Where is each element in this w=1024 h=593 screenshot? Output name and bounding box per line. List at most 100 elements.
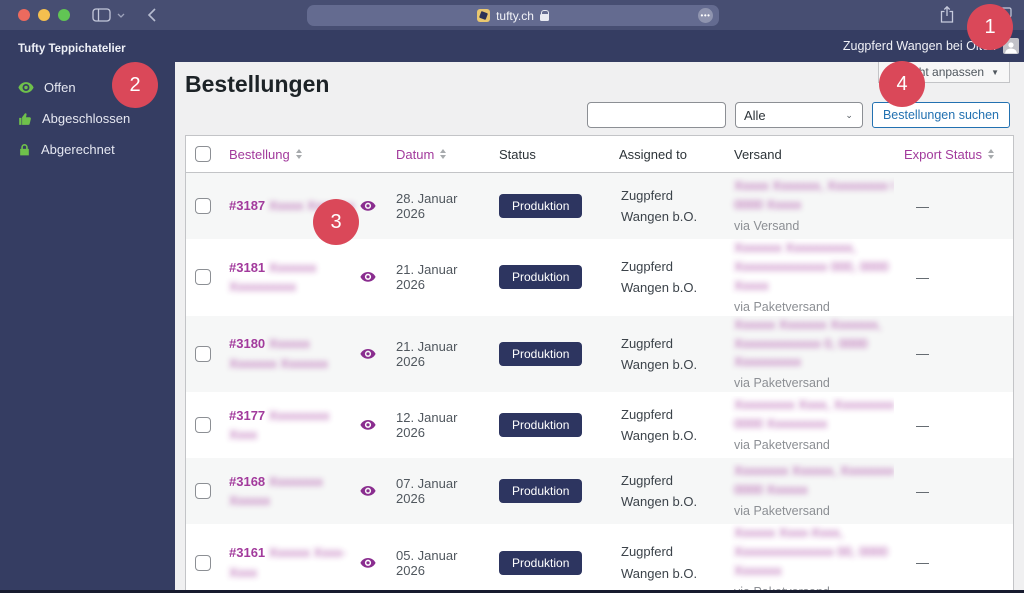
order-date: 07. Januar 2026 (396, 476, 458, 507)
preview-eye-icon[interactable] (360, 348, 376, 359)
address-bar[interactable]: tufty.ch ••• (307, 5, 719, 26)
order-link[interactable]: #3181 Xxxxxxx Xxxxxxxxxx (229, 258, 356, 297)
table-row: #3181 Xxxxxxx Xxxxxxxxxx 21. Januar 2026… (186, 239, 1013, 316)
annotation-marker-1: 1 (967, 4, 1013, 50)
shipping-address-redacted: Xxxxxx Xxxx-Xxxx, Xxxxxxxxxxxxxxx 00, 000… (734, 525, 888, 578)
column-header-status: Status (499, 146, 536, 162)
select-all-checkbox[interactable] (194, 146, 211, 162)
order-date: 21. Januar 2026 (396, 338, 458, 369)
chevron-down-icon[interactable] (117, 13, 125, 18)
assigned-to: Zugpferd Wangen b.O. (621, 406, 698, 444)
sidebar-item-abgeschlossen[interactable]: Abgeschlossen (0, 106, 175, 131)
assigned-to: Zugpferd Wangen b.O. (621, 544, 698, 581)
column-header-export-status[interactable]: Export Status (894, 147, 1015, 162)
lock-icon (20, 143, 29, 155)
table-row: #3180 Xxxxxx Xxxxxxx Xxxxxxx 21. Januar … (186, 315, 1013, 393)
table-row: #3168 Xxxxxxxx Xxxxxx 07. Januar 2026 Pr… (186, 458, 1013, 525)
sort-icon (440, 149, 447, 159)
assigned-to: Zugpferd Wangen b.O. (621, 472, 698, 510)
annotation-marker-2: 2 (112, 62, 158, 108)
minimize-window-button[interactable] (38, 9, 50, 21)
status-filter-select[interactable]: Alle ⌄ (734, 102, 863, 128)
row-checkbox[interactable] (194, 417, 211, 434)
table-row: #3177 Xxxxxxxxx Xxxx 12. Januar 2026 Pro… (186, 392, 1013, 459)
column-header-versand: Versand (734, 146, 782, 162)
page-settings-icon[interactable]: ••• (698, 8, 713, 23)
order-link[interactable]: #3168 Xxxxxxxx Xxxxxx (229, 472, 356, 511)
status-badge: Produktion (499, 413, 583, 438)
shipping-address-redacted: Xxxxxx Xxxxxxx Xxxxxxx, Xxxxxxxxxxxxx 0, … (734, 316, 882, 370)
export-status: — (916, 483, 929, 499)
main-content: Ansicht anpassen ▼ Bestellungen Alle ⌄ B… (175, 62, 1024, 593)
preview-eye-icon[interactable] (360, 201, 376, 211)
annotation-marker-4: 4 (879, 61, 925, 107)
export-status: — (916, 346, 929, 362)
admin-bar: Zugpferd Wangen bei Olten (175, 30, 1024, 62)
search-orders-button[interactable]: Bestellungen suchen (871, 102, 1010, 128)
shipping-method: via Paketversand (734, 299, 830, 314)
order-link[interactable]: #3177 Xxxxxxxxx Xxxx (229, 406, 356, 445)
status-badge: Produktion (499, 194, 583, 218)
order-link[interactable]: #3180 Xxxxxx Xxxxxxx Xxxxxxx (229, 334, 356, 373)
order-date: 05. Januar 2026 (396, 547, 458, 578)
table-row: #3161 Xxxxxx Xxxx-Xxxx 05. Januar 2026 P… (186, 524, 1013, 593)
site-title: Tufty Teppichatelier (18, 43, 126, 55)
assigned-to: Zugpferd Wangen b.O. (621, 335, 698, 372)
sidebar-item-label: Offen (44, 80, 76, 95)
page-title: Bestellungen (185, 71, 330, 97)
caret-down-icon: ▼ (991, 67, 999, 77)
table-body: #3187 Xxxxx Xxxxxxx 28. Januar 2026 Prod… (186, 173, 1013, 593)
row-checkbox[interactable] (194, 483, 211, 500)
row-checkbox[interactable] (194, 345, 211, 362)
column-header-assigned-to: Assigned to (619, 146, 687, 162)
preview-eye-icon[interactable] (360, 272, 376, 283)
lock-icon (539, 9, 550, 21)
row-checkbox[interactable] (194, 554, 211, 571)
zoom-window-button[interactable] (58, 9, 70, 21)
preview-eye-icon[interactable] (360, 557, 376, 568)
status-badge: Produktion (499, 265, 583, 290)
back-button[interactable] (147, 8, 156, 22)
status-filter-value: Alle (743, 107, 766, 123)
row-checkbox[interactable] (194, 269, 211, 286)
sidebar-item-label: Abgeschlossen (42, 111, 131, 126)
shipping-address-redacted: Xxxxxxxxx Xxxx, Xxxxxxxxx 00,0000 Xxxxxx… (734, 397, 894, 432)
sidebar-item-abgerechnet[interactable]: Abgerechnet (0, 137, 175, 162)
order-date: 21. Januar 2026 (396, 262, 458, 293)
select-all-cell (186, 146, 219, 162)
export-status: — (916, 555, 929, 571)
order-date: 12. Januar 2026 (396, 410, 458, 441)
browser-titlebar: tufty.ch ••• (0, 0, 1024, 30)
status-badge: Produktion (499, 341, 583, 366)
preview-eye-icon[interactable] (360, 486, 376, 497)
eye-icon (18, 82, 34, 93)
shipping-address-redacted: Xxxxxxx Xxxxxxxxxx, Xxxxxxxxxxxxxx 000, 0… (734, 240, 889, 293)
column-header-datum[interactable]: Datum (386, 147, 489, 162)
thumbs-up-icon (19, 112, 31, 125)
filter-toolbar: Alle ⌄ Bestellungen suchen (586, 102, 1010, 128)
table-row: #3187 Xxxxx Xxxxxxx 28. Januar 2026 Prod… (186, 173, 1013, 239)
preview-eye-icon[interactable] (360, 420, 376, 431)
app-window: tufty.ch ••• Tufty Teppichatelier Offen … (0, 0, 1024, 593)
sidebar: Tufty Teppichatelier Offen Abgeschlossen… (0, 30, 175, 593)
export-status: — (916, 269, 929, 285)
close-window-button[interactable] (18, 9, 30, 21)
table-header-row: Bestellung Datum Status Assigned to Vers… (186, 136, 1013, 173)
status-badge: Produktion (499, 479, 583, 504)
shipping-method: via Versand (734, 218, 800, 233)
search-input[interactable] (586, 102, 726, 128)
shipping-address-redacted: Xxxxx Xxxxxxx, Xxxxxxxxx 00, 0000 Xxxxx (734, 178, 894, 212)
window-controls (18, 9, 70, 21)
share-icon[interactable] (940, 6, 954, 23)
chevron-down-icon: ⌄ (845, 109, 853, 120)
orders-table: Bestellung Datum Status Assigned to Vers… (185, 135, 1014, 593)
order-link[interactable]: #3161 Xxxxxx Xxxx-Xxxx (229, 543, 356, 582)
shipping-method: via Paketversand (734, 376, 830, 391)
row-checkbox[interactable] (194, 198, 211, 214)
shipping-method: via Paketversand (734, 504, 830, 519)
shipping-method: via Paketversand (734, 438, 830, 453)
sort-icon (988, 149, 995, 159)
column-header-bestellung[interactable]: Bestellung (219, 147, 386, 162)
sort-icon (295, 149, 302, 159)
sidebar-toggle-icon[interactable] (92, 8, 111, 22)
